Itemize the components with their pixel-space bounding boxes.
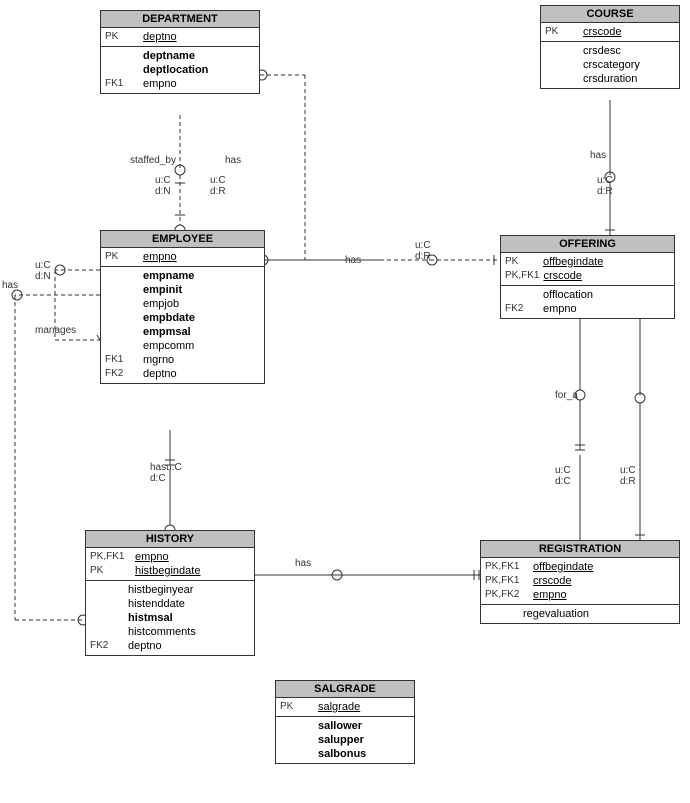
department-pk-label: PK bbox=[105, 31, 143, 42]
history-pk-section: PK,FK1 empno PK histbegindate bbox=[86, 548, 254, 581]
employee-pk-label: PK bbox=[105, 251, 143, 262]
employee-fk1-label: FK1 bbox=[105, 354, 143, 365]
department-attr-section: deptname deptlocation FK1 empno bbox=[101, 47, 259, 93]
offering-fk2-label: FK2 bbox=[505, 303, 543, 314]
history-histbeginyear: histbeginyear bbox=[128, 584, 193, 596]
department-header: DEPARTMENT bbox=[101, 11, 259, 28]
department-pk-section: PK deptno bbox=[101, 28, 259, 47]
label-uc-dr-emp-off: u:Cd:R bbox=[415, 240, 431, 262]
employee-empname: empname bbox=[143, 270, 194, 282]
registration-crscode: crscode bbox=[533, 575, 572, 587]
offering-offbegindate: offbegindate bbox=[543, 256, 603, 268]
label-uc-dc-off: u:Cd:C bbox=[555, 465, 571, 487]
entity-course: COURSE PK crscode crsdesc crscategory cr… bbox=[540, 5, 680, 89]
label-staffed-by: staffed_by bbox=[130, 155, 176, 166]
registration-empno: empno bbox=[533, 589, 567, 601]
employee-empbdate: empbdate bbox=[143, 312, 195, 324]
employee-header: EMPLOYEE bbox=[101, 231, 264, 248]
department-empno: empno bbox=[143, 78, 177, 90]
department-fk1-label: FK1 bbox=[105, 78, 143, 89]
label-has-emp-off: has bbox=[345, 255, 361, 266]
registration-attr-section: regevaluation bbox=[481, 605, 679, 623]
label-has-left: has bbox=[2, 280, 18, 291]
label-has-dept: has bbox=[225, 155, 241, 166]
label-uc-dn-manages: u:Cd:N bbox=[35, 260, 51, 282]
history-histbegindate: histbegindate bbox=[135, 565, 200, 577]
course-header: COURSE bbox=[541, 6, 679, 23]
history-histmsal: histmsal bbox=[128, 612, 173, 624]
label-has-course-off: has bbox=[590, 150, 606, 161]
employee-fk2-label: FK2 bbox=[105, 368, 143, 379]
course-crscode: crscode bbox=[583, 26, 622, 38]
registration-offbegindate: offbegindate bbox=[533, 561, 593, 573]
department-deptlocation: deptlocation bbox=[143, 64, 208, 76]
history-histcomments: histcomments bbox=[128, 626, 196, 638]
salgrade-pk-label: PK bbox=[280, 701, 318, 712]
course-crsdesc: crsdesc bbox=[583, 45, 621, 57]
course-crsduration: crsduration bbox=[583, 73, 637, 85]
label-uc-dn-1: u:Cd:N bbox=[155, 175, 171, 197]
course-pk-section: PK crscode bbox=[541, 23, 679, 42]
history-histenddate: histenddate bbox=[128, 598, 185, 610]
employee-attr-section: empname empinit empjob empbdate empmsal … bbox=[101, 267, 264, 383]
department-deptno: deptno bbox=[143, 31, 177, 43]
registration-pkfk1-2-label: PK,FK1 bbox=[485, 575, 533, 586]
entity-salgrade: SALGRADE PK salgrade sallower salupper s… bbox=[275, 680, 415, 764]
salgrade-salbonus: salbonus bbox=[318, 748, 366, 760]
employee-mgrno: mgrno bbox=[143, 354, 174, 366]
salgrade-sallower: sallower bbox=[318, 720, 362, 732]
employee-empinit: empinit bbox=[143, 284, 182, 296]
course-attr-section: crsdesc crscategory crsduration bbox=[541, 42, 679, 88]
employee-empno: empno bbox=[143, 251, 177, 263]
offering-pk-label: PK bbox=[505, 256, 543, 267]
entity-registration: REGISTRATION PK,FK1 offbegindate PK,FK1 … bbox=[480, 540, 680, 624]
entity-employee: EMPLOYEE PK empno empname empinit empjob bbox=[100, 230, 265, 384]
label-uc-dr-1: u:Cd:R bbox=[210, 175, 226, 197]
entity-department: DEPARTMENT PK deptno deptname deptlocati… bbox=[100, 10, 260, 94]
label-for-a: for_a bbox=[555, 390, 578, 401]
salgrade-attr-section: sallower salupper salbonus bbox=[276, 717, 414, 763]
history-deptno: deptno bbox=[128, 640, 162, 652]
employee-deptno: deptno bbox=[143, 368, 177, 380]
history-empno: empno bbox=[135, 551, 169, 563]
history-header: HISTORY bbox=[86, 531, 254, 548]
history-attr-section: histbeginyear histenddate histmsal histc… bbox=[86, 581, 254, 655]
employee-pk-section: PK empno bbox=[101, 248, 264, 267]
registration-pkfk1-label: PK,FK1 bbox=[485, 561, 533, 572]
salgrade-header: SALGRADE bbox=[276, 681, 414, 698]
registration-pkfk2-label: PK,FK2 bbox=[485, 589, 533, 600]
salgrade-pk-section: PK salgrade bbox=[276, 698, 414, 717]
history-pkfk1-label: PK,FK1 bbox=[90, 551, 135, 562]
employee-empcomm: empcomm bbox=[143, 340, 194, 352]
offering-attr-section: offlocation FK2 empno bbox=[501, 286, 674, 318]
employee-empmsal: empmsal bbox=[143, 326, 191, 338]
history-fk2-label: FK2 bbox=[90, 640, 128, 651]
course-crscategory: crscategory bbox=[583, 59, 640, 71]
salgrade-salupper: salupper bbox=[318, 734, 364, 746]
course-pk-label: PK bbox=[545, 26, 583, 37]
diagram-container: staffed_by has u:Cd:N u:Cd:R u:Cd:N mana… bbox=[0, 0, 690, 803]
history-pk-label: PK bbox=[90, 565, 135, 576]
entity-history: HISTORY PK,FK1 empno PK histbegindate hi… bbox=[85, 530, 255, 656]
registration-regevaluation: regevaluation bbox=[523, 608, 589, 620]
label-hasu-dc: hasu:Cd:C bbox=[150, 462, 182, 484]
offering-pk-section: PK offbegindate PK,FK1 crscode bbox=[501, 253, 674, 286]
label-has-hist-reg: has bbox=[295, 558, 311, 569]
offering-header: OFFERING bbox=[501, 236, 674, 253]
entity-offering: OFFERING PK offbegindate PK,FK1 crscode … bbox=[500, 235, 675, 319]
registration-pk-section: PK,FK1 offbegindate PK,FK1 crscode PK,FK… bbox=[481, 558, 679, 605]
label-uc-dr-off-reg: u:Cd:R bbox=[620, 465, 636, 487]
offering-empno: empno bbox=[543, 303, 577, 315]
label-uc-dr-course: u:Cd:R bbox=[597, 175, 613, 197]
department-deptname: deptname bbox=[143, 50, 195, 62]
employee-empjob: empjob bbox=[143, 298, 179, 310]
offering-offlocation: offlocation bbox=[543, 289, 593, 301]
salgrade-salgrade: salgrade bbox=[318, 701, 360, 713]
label-manages: manages bbox=[35, 325, 76, 336]
registration-header: REGISTRATION bbox=[481, 541, 679, 558]
offering-pkfk1-label: PK,FK1 bbox=[505, 270, 543, 281]
offering-crscode: crscode bbox=[543, 270, 582, 282]
